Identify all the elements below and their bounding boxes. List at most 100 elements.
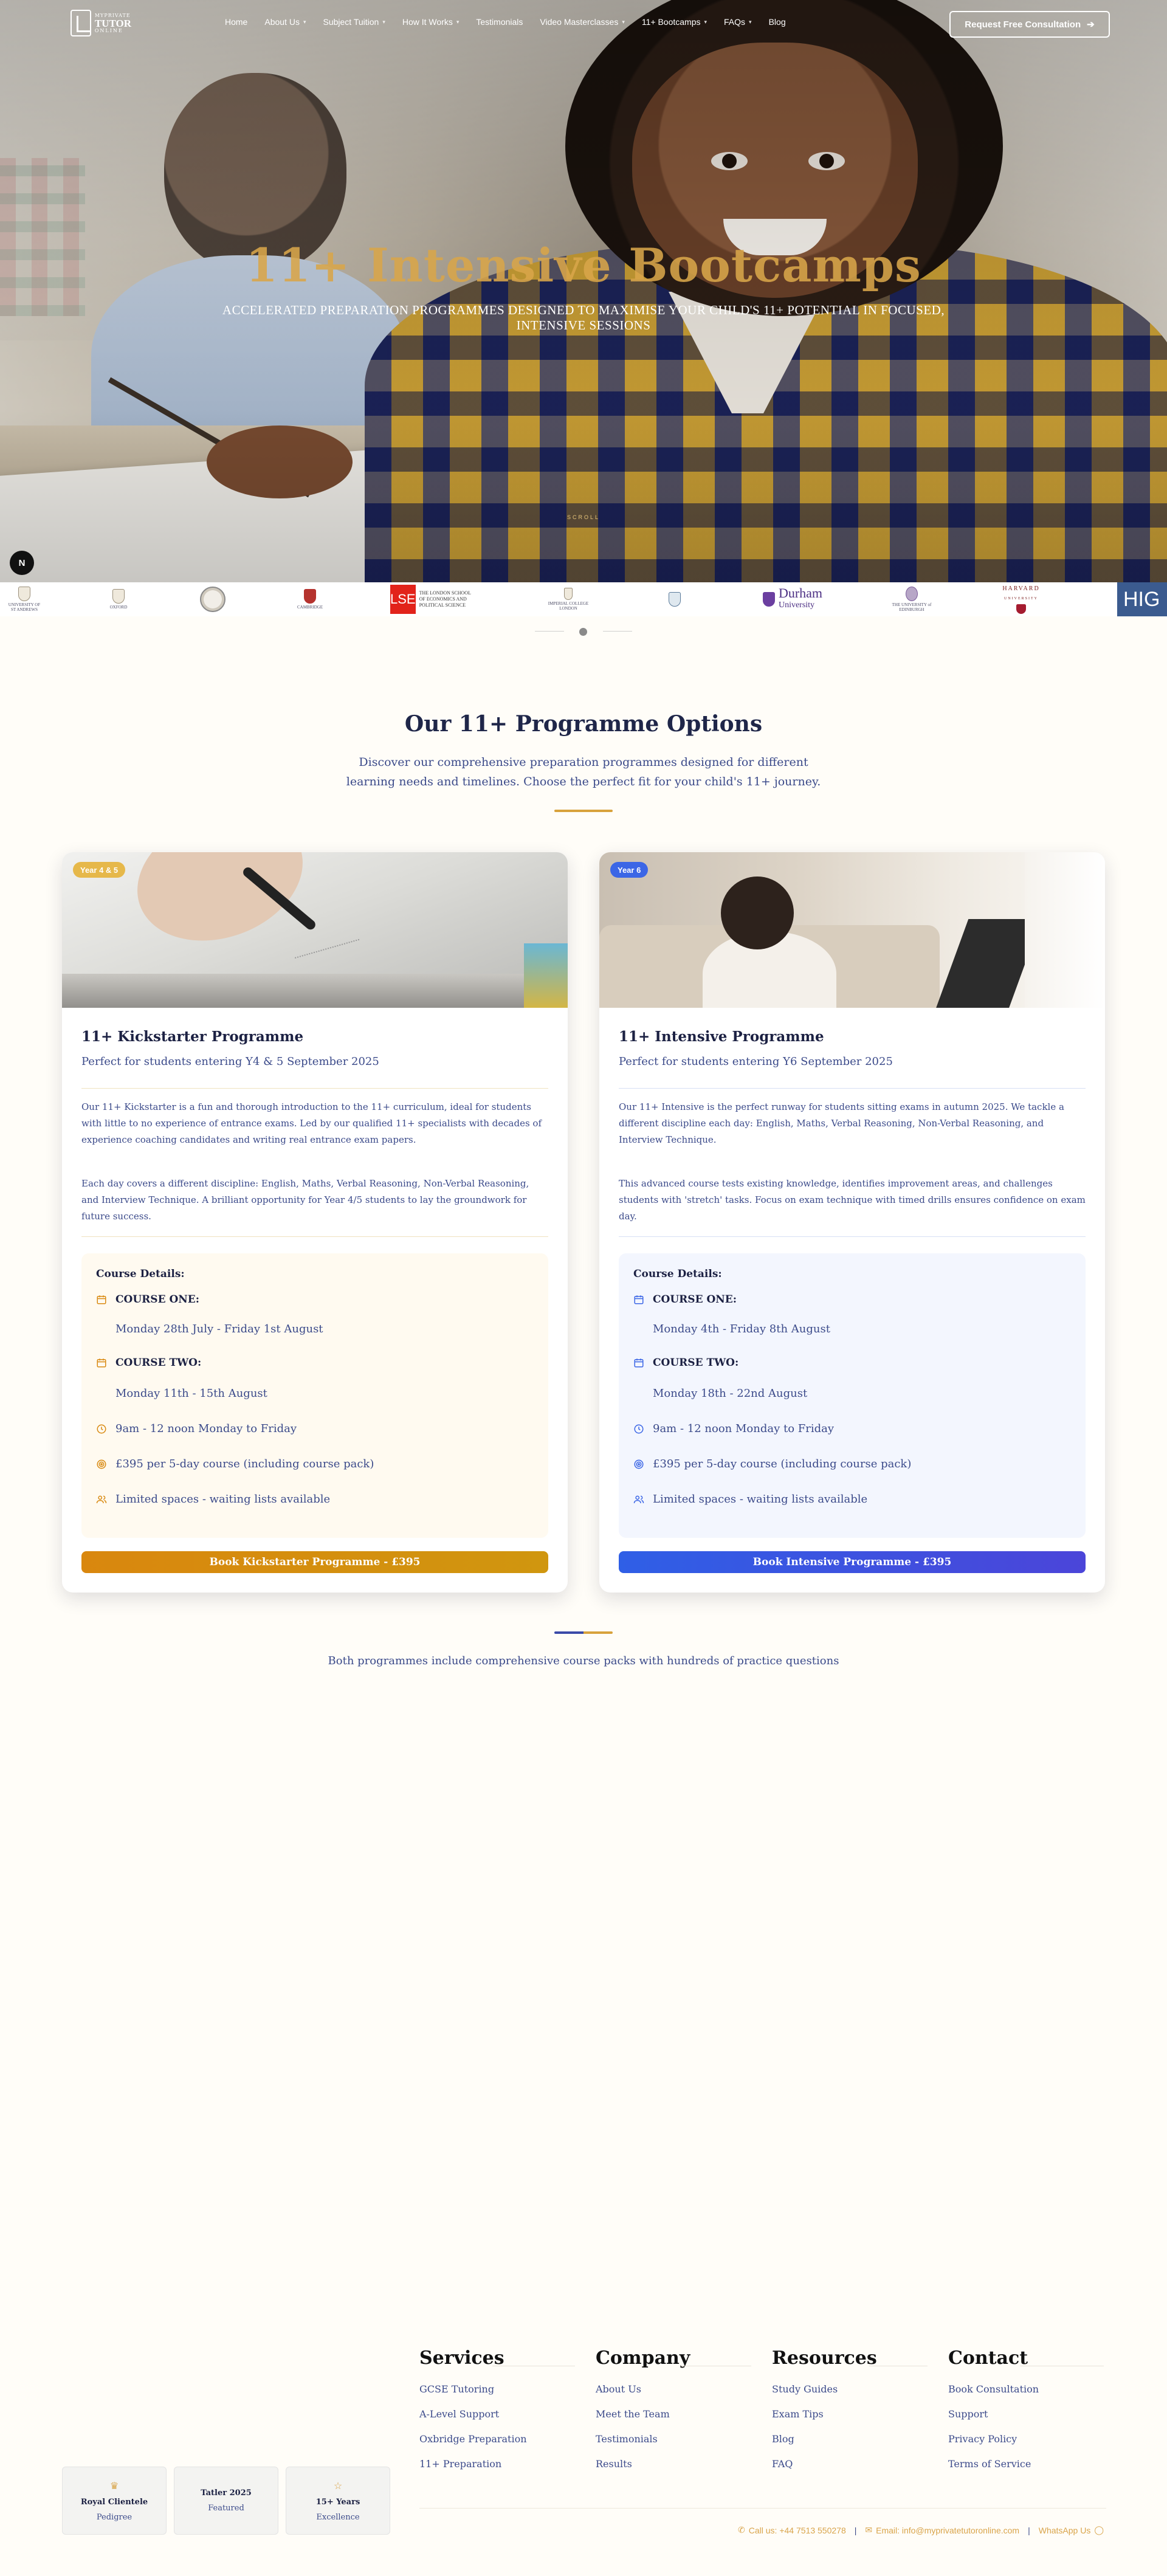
contact-bar: ✆ Call us: +44 7513 550278 | ✉ Email: in… xyxy=(738,2525,1104,2535)
star-icon: ☆ xyxy=(333,2479,343,2492)
nav-item-how-it-works[interactable]: How It Works ▾ xyxy=(402,17,460,27)
tile-title: Tatler 2025 xyxy=(201,2488,252,2498)
clock-icon xyxy=(634,1424,644,1433)
footer-link[interactable]: Terms of Service xyxy=(948,2458,1104,2470)
crest-icon xyxy=(669,592,681,607)
nav-item-blog[interactable]: Blog xyxy=(769,17,786,27)
university-name: THE UNIVERSITY of EDINBURGH xyxy=(892,602,932,612)
footer-link[interactable]: Support xyxy=(948,2408,1104,2420)
book-intensive-button[interactable]: Book Intensive Programme - £395 xyxy=(619,1551,1086,1573)
footer-link[interactable]: GCSE Tutoring xyxy=(419,2383,575,2395)
programmes-footnote: Both programmes include comprehensive co… xyxy=(328,1655,839,1667)
footer-link[interactable]: Privacy Policy xyxy=(948,2433,1104,2445)
footer-link[interactable]: FAQ xyxy=(772,2458,928,2470)
email-text: Email: info@myprivatetutoronline.com xyxy=(876,2525,1020,2535)
university-name-sub: UNIVERSITY xyxy=(1004,597,1038,601)
pager-dot-active[interactable] xyxy=(579,628,587,636)
nav-item-video-masterclasses[interactable]: Video Masterclasses ▾ xyxy=(540,17,624,27)
time-text: 9am - 12 noon Monday to Friday xyxy=(653,1422,835,1435)
footer-link[interactable]: A-Level Support xyxy=(419,2408,575,2420)
footer-link[interactable]: Meet the Team xyxy=(596,2408,751,2420)
image-window xyxy=(1025,852,1105,1008)
image-child-head xyxy=(721,876,794,949)
university-logo-hig: HIG xyxy=(1117,582,1167,616)
whatsapp-link[interactable]: WhatsApp Us ◯ xyxy=(1039,2525,1104,2535)
university-logo-lse: LSE THE LONDON SCHOOL OF ECONOMICS AND P… xyxy=(390,585,475,614)
floating-n-badge[interactable]: N xyxy=(10,551,34,575)
spaces-row: Limited spaces - waiting lists available xyxy=(633,1493,867,1506)
course-one-label: COURSE ONE: xyxy=(653,1293,737,1306)
chevron-down-icon: ▾ xyxy=(622,18,625,25)
nav-item-about-us[interactable]: About Us ▾ xyxy=(264,17,306,27)
top-nav: MYPRIVATE TUTOR ONLINE Home About Us ▾ Su… xyxy=(0,0,1167,49)
footer-link[interactable]: Blog xyxy=(772,2433,928,2445)
crest-icon xyxy=(906,587,918,601)
calendar-icon xyxy=(97,1359,106,1368)
nav-item-bootcamps[interactable]: 11+ Bootcamps ▾ xyxy=(642,17,707,27)
nav-item-subject-tuition[interactable]: Subject Tuition ▾ xyxy=(323,17,385,27)
programmes-intro: Discover our comprehensive preparation p… xyxy=(346,756,821,788)
crest-icon xyxy=(1016,604,1026,614)
footer-link[interactable]: Testimonials xyxy=(596,2433,751,2445)
scroll-indicator[interactable]: SCROLL xyxy=(0,514,1167,520)
credential-tile-royal: ♛ Royal Clientele Pedigree xyxy=(62,2467,167,2535)
chevron-down-icon: ▾ xyxy=(382,18,385,25)
footer-link[interactable]: Oxbridge Preparation xyxy=(419,2433,575,2445)
arrow-right-icon: ➔ xyxy=(1087,19,1095,30)
university-name: UNIVERSITY OF ST ANDREWS xyxy=(8,602,41,612)
footer-link[interactable]: About Us xyxy=(596,2383,751,2395)
nav-item-home[interactable]: Home xyxy=(225,17,247,27)
book-kickstarter-button[interactable]: Book Kickstarter Programme - £395 xyxy=(81,1551,548,1573)
nav-item-label: About Us xyxy=(264,17,300,27)
university-name-main: Durham xyxy=(778,585,823,601)
nav-item-label: FAQs xyxy=(724,17,746,27)
crest-icon xyxy=(564,588,573,600)
footer-link[interactable]: Results xyxy=(596,2458,751,2470)
hero-title: 11+ Intensive Bootcamps xyxy=(246,238,921,292)
credential-tiles: ♛ Royal Clientele Pedigree Tatler 2025 F… xyxy=(62,2467,390,2535)
nav-item-label: Blog xyxy=(768,17,786,27)
chevron-down-icon: ▾ xyxy=(303,18,306,25)
footer-link[interactable]: 11+ Preparation xyxy=(419,2458,575,2470)
footer-link[interactable]: Study Guides xyxy=(772,2383,928,2395)
credential-tile-years: ☆ 15+ Years Excellence xyxy=(286,2467,390,2535)
time-row: 9am - 12 noon Monday to Friday xyxy=(96,1422,297,1435)
tile-subtitle: Featured xyxy=(208,2504,244,2513)
site-footer: Services GCSE Tutoring A-Level Support O… xyxy=(0,2310,1167,2576)
hero-subtitle: ACCELERATED PREPARATION PROGRAMMES DESIG… xyxy=(222,303,945,332)
chevron-down-icon: ▾ xyxy=(749,18,752,25)
nav-item-label: Testimonials xyxy=(476,17,523,27)
card-paragraph: This advanced course tests existing know… xyxy=(619,1178,1086,1222)
section-divider xyxy=(554,1631,613,1634)
chevron-down-icon: ▾ xyxy=(456,18,460,25)
university-logo-crest xyxy=(198,585,227,614)
nav-item-faqs[interactable]: FAQs ▾ xyxy=(724,17,752,27)
nav-item-label: Home xyxy=(225,17,248,27)
nav-item-testimonials[interactable]: Testimonials xyxy=(476,17,523,27)
university-name: HARVARD xyxy=(1002,585,1040,592)
crest-icon xyxy=(18,587,30,601)
footer-link[interactable]: Exam Tips xyxy=(772,2408,928,2420)
course-one-label: COURSE ONE: xyxy=(115,1293,200,1306)
course-one-dates: Monday 28th July - Friday 1st August xyxy=(115,1323,323,1335)
card-title: 11+ Intensive Programme xyxy=(619,1028,824,1045)
logo-line: ONLINE xyxy=(94,27,123,33)
details-heading: Course Details: xyxy=(96,1268,185,1280)
phone-text: Call us: +44 7513 550278 xyxy=(748,2525,846,2535)
university-logo-harvard: HARVARD UNIVERSITY xyxy=(997,585,1045,614)
request-consultation-button[interactable]: Request Free Consultation ➔ xyxy=(949,11,1110,38)
nav-item-label: Video Masterclasses xyxy=(540,17,619,27)
course-two-dates: Monday 11th - 15th August xyxy=(115,1387,267,1400)
email-link[interactable]: ✉ Email: info@myprivatetutoronline.com xyxy=(865,2525,1019,2535)
footer-link[interactable]: Book Consultation xyxy=(948,2383,1104,2395)
card-divider xyxy=(81,1236,548,1237)
footer-column-company: Company About Us Meet the Team Testimoni… xyxy=(596,2347,751,2483)
site-logo[interactable]: MYPRIVATE TUTOR ONLINE xyxy=(71,7,131,39)
programmes-title: Our 11+ Programme Options xyxy=(404,711,763,737)
time-text: 9am - 12 noon Monday to Friday xyxy=(115,1422,297,1435)
crest-icon xyxy=(762,592,775,607)
phone-link[interactable]: ✆ Call us: +44 7513 550278 xyxy=(738,2525,846,2535)
footer-divider xyxy=(419,2508,1106,2509)
price-row: £395 per 5-day course (including course … xyxy=(96,1458,374,1470)
card-paragraph: Our 11+ Intensive is the perfect runway … xyxy=(619,1101,1064,1145)
